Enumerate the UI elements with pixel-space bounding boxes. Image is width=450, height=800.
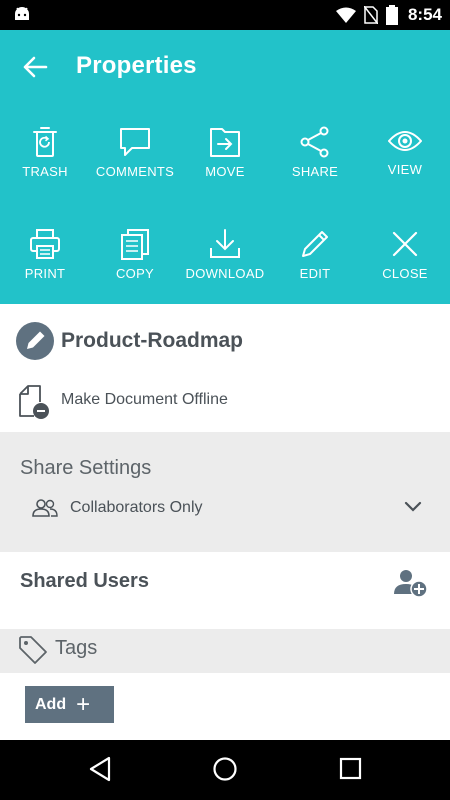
offline-document-icon[interactable] bbox=[18, 384, 52, 420]
status-bar: 8:54 bbox=[0, 0, 450, 30]
close-label: CLOSE bbox=[382, 266, 428, 281]
chevron-down-icon[interactable] bbox=[403, 500, 423, 514]
comments-button[interactable]: COMMENTS bbox=[90, 126, 180, 179]
no-sim-icon bbox=[363, 6, 378, 24]
comments-label: COMMENTS bbox=[95, 164, 175, 179]
view-icon bbox=[388, 131, 422, 151]
shared-users-title: Shared Users bbox=[20, 570, 149, 592]
view-label: VIEW bbox=[387, 162, 423, 177]
print-button[interactable]: PRINT bbox=[0, 228, 90, 281]
close-icon bbox=[392, 231, 418, 257]
add-tag-area: Add + bbox=[0, 673, 450, 740]
trash-icon bbox=[33, 127, 57, 157]
edit-button[interactable]: EDIT bbox=[270, 228, 360, 281]
close-button[interactable]: CLOSE bbox=[360, 228, 450, 281]
document-info: Product-Roadmap Make Document Offline bbox=[0, 304, 450, 432]
print-label: PRINT bbox=[24, 266, 66, 281]
properties-header: Properties TRASH COMMENTS MOVE SHARE VIE… bbox=[0, 30, 450, 304]
battery-icon bbox=[385, 5, 398, 25]
move-label: MOVE bbox=[205, 164, 245, 179]
collaborators-icon bbox=[32, 499, 58, 517]
copy-button[interactable]: COPY bbox=[90, 228, 180, 281]
recents-nav-icon[interactable] bbox=[339, 756, 363, 782]
shared-users-section: Shared Users bbox=[0, 552, 450, 629]
navigation-bar bbox=[0, 740, 450, 800]
share-setting-value[interactable]: Collaborators Only bbox=[70, 499, 203, 517]
download-button[interactable]: DOWNLOAD bbox=[180, 228, 270, 281]
print-icon bbox=[30, 229, 60, 259]
plus-icon: + bbox=[76, 690, 91, 718]
edit-icon bbox=[302, 231, 328, 257]
tag-icon bbox=[19, 636, 47, 664]
document-avatar bbox=[16, 322, 54, 360]
add-user-icon[interactable] bbox=[393, 568, 429, 598]
comments-icon bbox=[120, 128, 150, 156]
share-settings-section: Share Settings Collaborators Only bbox=[0, 432, 450, 552]
wifi-icon bbox=[335, 7, 356, 23]
view-button[interactable]: VIEW bbox=[360, 126, 450, 177]
tags-section: Tags bbox=[0, 629, 450, 673]
share-button[interactable]: SHARE bbox=[270, 126, 360, 179]
trash-button[interactable]: TRASH bbox=[0, 126, 90, 179]
pencil-icon bbox=[27, 331, 45, 349]
copy-label: COPY bbox=[115, 266, 155, 281]
share-label: SHARE bbox=[291, 164, 339, 179]
status-time: 8:54 bbox=[407, 5, 442, 24]
share-icon bbox=[300, 126, 329, 158]
download-icon bbox=[210, 229, 240, 258]
add-tag-label: Add bbox=[35, 695, 67, 713]
document-name: Product-Roadmap bbox=[61, 329, 244, 352]
download-label: DOWNLOAD bbox=[185, 266, 265, 281]
move-icon bbox=[210, 128, 240, 157]
tags-title: Tags bbox=[55, 637, 98, 659]
home-nav-icon[interactable] bbox=[212, 756, 238, 782]
move-button[interactable]: MOVE bbox=[180, 126, 270, 179]
android-icon bbox=[15, 7, 29, 20]
share-settings-title: Share Settings bbox=[20, 457, 152, 479]
add-tag-button[interactable]: Add + bbox=[25, 686, 114, 723]
page-title: Properties bbox=[76, 52, 197, 79]
back-nav-icon[interactable] bbox=[88, 756, 112, 782]
copy-icon bbox=[121, 229, 149, 260]
edit-label: EDIT bbox=[299, 266, 331, 281]
make-offline-label[interactable]: Make Document Offline bbox=[61, 391, 228, 409]
trash-label: TRASH bbox=[22, 164, 68, 179]
back-arrow-icon[interactable] bbox=[22, 54, 48, 80]
